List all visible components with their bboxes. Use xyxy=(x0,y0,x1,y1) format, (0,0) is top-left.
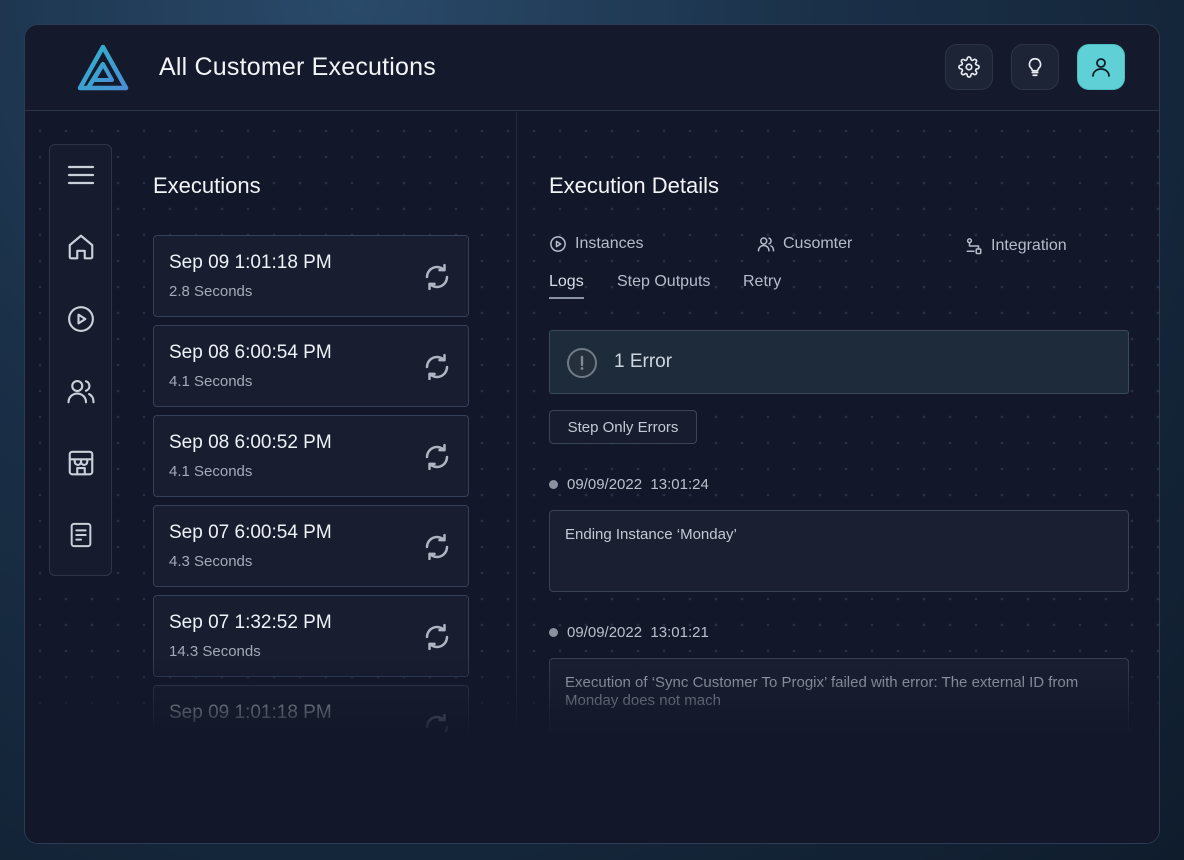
tab-instances[interactable]: Instances xyxy=(549,235,643,253)
user-icon xyxy=(1092,58,1110,77)
page-title: All Customer Executions xyxy=(159,53,436,81)
refresh-icon[interactable] xyxy=(422,262,452,292)
sidebar-item-home[interactable] xyxy=(63,229,99,265)
execution-date: Sep 07 6:00:54 PM xyxy=(169,522,332,543)
tab-instances-label: Instances xyxy=(575,235,644,252)
log-timestamp-text: 09/09/2022 13:01:21 xyxy=(567,624,709,641)
log-entry: Ending Instance ‘Monday’ xyxy=(549,510,1129,592)
main-content: Executions Sep 09 1:01:18 PM 2.8 Seconds… xyxy=(25,112,1159,843)
step-only-errors-button[interactable]: Step Only Errors xyxy=(549,410,697,444)
store-icon xyxy=(68,450,94,476)
tips-button[interactable] xyxy=(1011,44,1059,90)
execution-card[interactable]: Sep 09 1:01:18 PM 2.8 Seconds xyxy=(153,235,469,317)
sidebar-item-marketplace[interactable] xyxy=(63,445,99,481)
log-timestamp: 09/09/2022 13:01:21 xyxy=(549,624,709,641)
log-entry: Execution of ‘Sync Customer To Progix’ f… xyxy=(549,658,1129,740)
log-timestamp-text: 09/09/2022 13:01:24 xyxy=(567,476,709,493)
alert-icon xyxy=(567,348,597,378)
play-circle-icon xyxy=(68,306,94,332)
execution-duration: 4.1 Seconds xyxy=(169,373,253,390)
error-banner[interactable]: 1 Error xyxy=(549,330,1129,394)
execution-duration: 4.3 Seconds xyxy=(169,553,253,570)
execution-duration: 14.3 Seconds xyxy=(169,643,261,660)
execution-details-title: Execution Details xyxy=(549,173,719,198)
error-count: 1 Error xyxy=(614,351,673,372)
refresh-icon[interactable] xyxy=(422,622,452,652)
tab-customer[interactable]: Cusomter xyxy=(757,235,852,253)
lightbulb-icon xyxy=(1028,57,1042,77)
app-logo xyxy=(77,44,129,91)
play-circle-icon xyxy=(550,236,566,252)
execution-card[interactable]: Sep 08 6:00:54 PM 4.1 Seconds xyxy=(153,325,469,407)
execution-date: Sep 08 6:00:54 PM xyxy=(169,342,332,363)
sidebar-nav xyxy=(49,144,112,576)
tab-integration-label: Integration xyxy=(991,237,1067,254)
integration-icon xyxy=(966,238,982,255)
execution-date: Sep 08 6:00:52 PM xyxy=(169,432,332,453)
hamburger-menu-icon xyxy=(67,165,95,185)
user-profile-button[interactable] xyxy=(1077,44,1125,90)
execution-duration: 4.1 Seconds xyxy=(169,463,253,480)
execution-card[interactable]: Sep 07 1:32:52 PM 14.3 Seconds xyxy=(153,595,469,677)
users-icon xyxy=(757,237,775,252)
log-dot xyxy=(549,480,558,489)
refresh-icon[interactable] xyxy=(422,442,452,472)
refresh-icon[interactable] xyxy=(422,532,452,562)
settings-button[interactable] xyxy=(945,44,993,90)
execution-duration: 2.8 Seconds xyxy=(169,283,253,300)
log-dot xyxy=(549,628,558,637)
tab-customer-label: Cusomter xyxy=(783,235,853,252)
app-header: All Customer Executions xyxy=(25,25,1159,111)
refresh-icon[interactable] xyxy=(422,352,452,382)
log-timestamp: 09/09/2022 13:01:24 xyxy=(549,476,709,493)
app-window: All Customer Executions Executions Sep 0… xyxy=(24,24,1160,844)
execution-date: Sep 09 1:01:18 PM xyxy=(169,252,332,273)
sidebar-item-customers[interactable] xyxy=(63,373,99,409)
tab-step-outputs[interactable]: Step Outputs xyxy=(617,273,710,291)
sidebar-item-logs[interactable] xyxy=(63,517,99,553)
tab-retry[interactable]: Retry xyxy=(743,273,781,291)
execution-card[interactable]: Sep 08 6:00:52 PM 4.1 Seconds xyxy=(153,415,469,497)
tab-logs[interactable]: Logs xyxy=(549,273,584,299)
sidebar-item-menu[interactable] xyxy=(63,157,99,193)
execution-date: Sep 07 1:32:52 PM xyxy=(169,612,332,633)
execution-card[interactable]: Sep 07 6:00:54 PM 4.3 Seconds xyxy=(153,505,469,587)
execution-date: Sep 09 1:01:18 PM xyxy=(169,702,332,723)
sidebar-item-executions[interactable] xyxy=(63,301,99,337)
tab-integration[interactable]: Integration xyxy=(965,237,1067,255)
gear-icon xyxy=(958,56,980,78)
empty-footer-area xyxy=(25,732,1159,843)
home-icon xyxy=(68,234,94,260)
document-icon xyxy=(70,522,92,548)
users-icon xyxy=(67,379,95,404)
executions-title: Executions xyxy=(153,173,261,198)
